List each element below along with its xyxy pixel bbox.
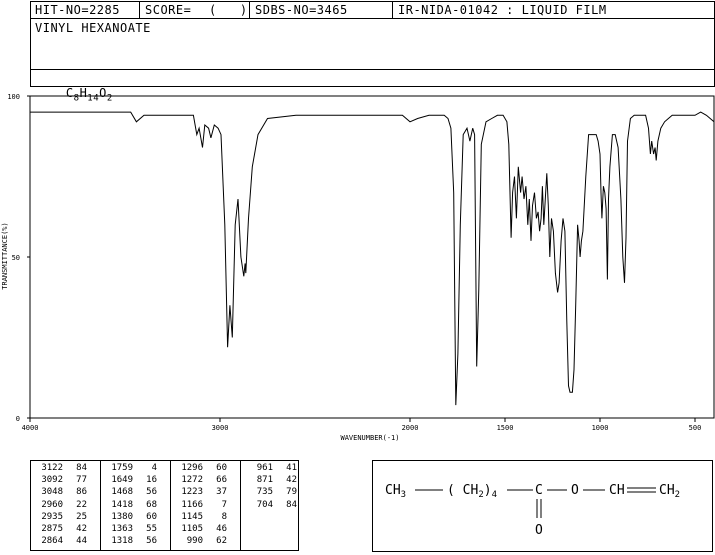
- peak-transmittance: 7: [221, 499, 227, 510]
- structure-ch: CH: [609, 483, 625, 498]
- x-tick-label: 1500: [497, 424, 514, 432]
- peak-transmittance: 66: [216, 475, 227, 486]
- peak-transmittance: 37: [216, 487, 227, 498]
- peak-transmittance: 55: [146, 524, 157, 534]
- peak-transmittance: 84: [286, 499, 297, 510]
- peak-row: 1649 16: [105, 475, 157, 485]
- peak-wavenumber: 1145: [181, 511, 203, 522]
- peak-transmittance: 16: [146, 475, 157, 486]
- peak-wavenumber: 2960: [41, 499, 63, 510]
- peak-row: 1318 56: [105, 536, 157, 546]
- peak-wavenumber: 1468: [111, 487, 133, 498]
- structure-carbonyl-o: O: [535, 523, 543, 538]
- peak-wavenumber: 3092: [41, 475, 63, 486]
- peak-transmittance: 79: [286, 487, 297, 498]
- structure-ch2-terminal: CH2: [659, 483, 680, 500]
- y-tick-label: 0: [16, 415, 20, 423]
- peak-wavenumber: 990: [186, 536, 203, 547]
- peak-transmittance: 68: [146, 499, 157, 510]
- peak-row: 1296 60: [175, 463, 227, 473]
- peak-table: 3122 84 3092 77 3048 86 2960 22 2935 25 2875 42 2864…: [30, 460, 299, 551]
- peak-transmittance: 41: [286, 463, 297, 473]
- peak-row: 1166 7: [175, 500, 227, 510]
- peak-row: 3092 77: [35, 475, 87, 485]
- peak-transmittance: 4: [151, 463, 157, 473]
- peak-row: 735 79: [245, 487, 297, 497]
- y-tick-label: 50: [12, 254, 20, 262]
- spectrum-line: [30, 111, 715, 406]
- peak-transmittance: 60: [146, 511, 157, 522]
- x-tick-label: 2000: [402, 424, 419, 432]
- peak-wavenumber: 1418: [111, 499, 133, 510]
- peak-wavenumber: 1223: [181, 487, 203, 498]
- peak-row: 2864 44: [35, 536, 87, 546]
- peak-transmittance: 62: [216, 536, 227, 547]
- peak-wavenumber: 1363: [111, 524, 133, 534]
- peak-row: 2875 42: [35, 524, 87, 534]
- peak-row: 1380 60: [105, 512, 157, 522]
- structure-ch3: CH3: [385, 483, 406, 500]
- peak-transmittance: 77: [76, 475, 87, 486]
- peak-row: 1418 68: [105, 500, 157, 510]
- peak-wavenumber: 1380: [111, 511, 133, 522]
- x-tick-label: 3000: [212, 424, 229, 432]
- peak-transmittance: 44: [76, 536, 87, 547]
- peak-row: 3048 86: [35, 487, 87, 497]
- peak-transmittance: 84: [76, 463, 87, 473]
- peak-transmittance: 86: [76, 487, 87, 498]
- peak-wavenumber: 871: [256, 475, 273, 486]
- peak-transmittance: 8: [221, 511, 227, 522]
- peak-transmittance: 42: [286, 475, 297, 486]
- peak-wavenumber: 1105: [181, 524, 203, 534]
- peak-wavenumber: 704: [256, 499, 273, 510]
- peak-transmittance: 25: [76, 511, 87, 522]
- peak-row: 1363 55: [105, 524, 157, 534]
- peak-wavenumber: 3048: [41, 487, 63, 498]
- structure-diagram: CH3 ( CH2)4 C O O CH CH2: [385, 483, 680, 538]
- peak-row: 1272 66: [175, 475, 227, 485]
- peak-row: 3122 84: [35, 463, 87, 473]
- peak-row: 1468 56: [105, 487, 157, 497]
- peak-row: 704 84: [245, 500, 297, 510]
- peak-row: 2960 22: [35, 500, 87, 510]
- structure-box: CH3 ( CH2)4 C O O CH CH2: [372, 460, 713, 552]
- peak-wavenumber: 1649: [111, 475, 133, 486]
- x-tick-label: 4000: [22, 424, 39, 432]
- x-tick-label: 500: [689, 424, 702, 432]
- peak-transmittance: 60: [216, 463, 227, 473]
- peak-transmittance: 56: [146, 487, 157, 498]
- peak-wavenumber: 1166: [181, 499, 203, 510]
- peak-row: 2935 25: [35, 512, 87, 522]
- peak-row: 1145 8: [175, 512, 227, 522]
- x-tick-label: 1000: [592, 424, 609, 432]
- peak-wavenumber: 735: [256, 487, 273, 498]
- peak-row: 1759 4: [105, 463, 157, 473]
- peak-wavenumber: 961: [256, 463, 273, 473]
- peak-wavenumber: 1759: [111, 463, 133, 473]
- peak-wavenumber: 2875: [41, 524, 63, 534]
- y-tick-label: 100: [7, 93, 20, 101]
- peak-row: 1223 37: [175, 487, 227, 497]
- peak-wavenumber: 1318: [111, 536, 133, 547]
- peak-transmittance: 42: [76, 524, 87, 534]
- peak-wavenumber: 2935: [41, 511, 63, 522]
- structure-ch2-chain: ( CH2)4: [447, 483, 497, 500]
- peak-row: 990 62: [175, 536, 227, 546]
- peak-row: 961 41: [245, 463, 297, 473]
- peak-row: 871 42: [245, 475, 297, 485]
- structure-ester-o: O: [571, 483, 579, 498]
- peak-transmittance: 56: [146, 536, 157, 547]
- peak-transmittance: 22: [76, 499, 87, 510]
- peak-wavenumber: 2864: [41, 536, 63, 547]
- peak-transmittance: 46: [216, 524, 227, 534]
- peak-wavenumber: 1296: [181, 463, 203, 473]
- x-axis-label: WAVENUMBER(-1): [340, 434, 399, 442]
- peak-wavenumber: 1272: [181, 475, 203, 486]
- structure-carbonyl-c: C: [535, 483, 543, 498]
- peak-row: 1105 46: [175, 524, 227, 534]
- ir-spectrum-chart: 4000 3000 2000 1500 1000 500 0 50 100 WAVENUMBER…: [1, 93, 715, 442]
- y-axis-label: TRANSMITTANCE(%): [1, 222, 9, 289]
- peak-wavenumber: 3122: [41, 463, 63, 473]
